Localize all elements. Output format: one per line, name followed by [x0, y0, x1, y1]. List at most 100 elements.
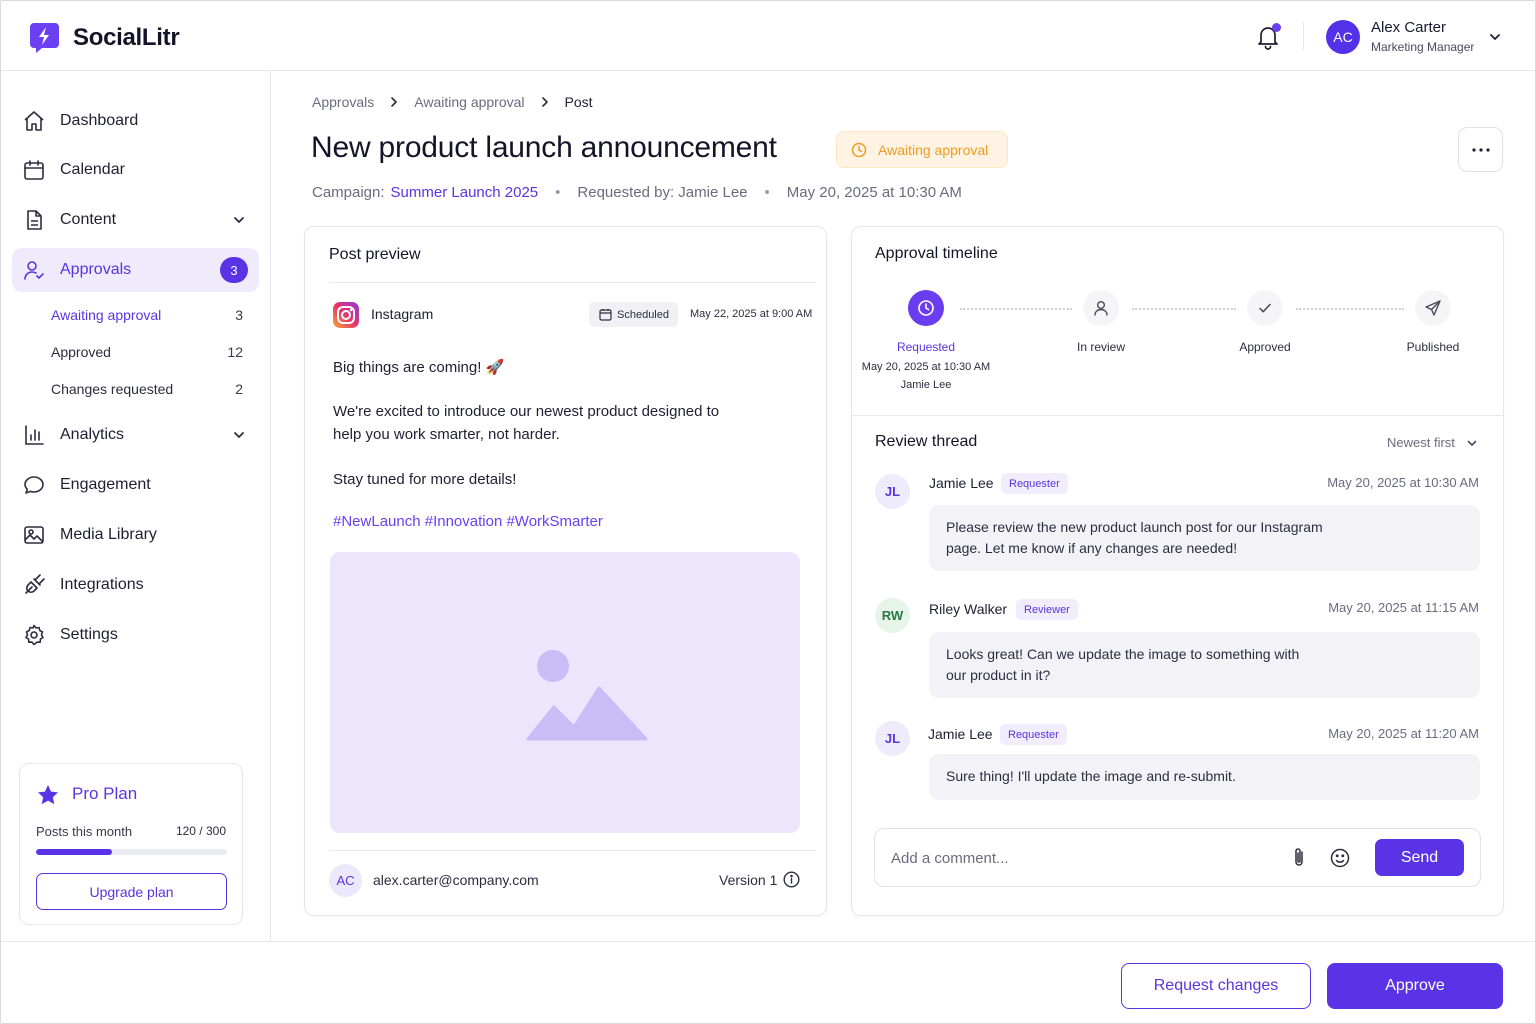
commenter-name: Jamie Lee: [928, 726, 993, 742]
timeline-step-in-review: [1083, 290, 1119, 326]
author-avatar: AC: [329, 864, 362, 897]
timeline-label: Published: [1406, 340, 1460, 354]
sidebar-item-calendar[interactable]: Calendar: [12, 148, 259, 192]
campaign-link[interactable]: Summer Launch 2025: [391, 184, 539, 201]
scheduled-label: Scheduled: [617, 308, 669, 321]
user-role: Marketing Manager: [1371, 40, 1475, 54]
sidebar-subitem-changes-requested[interactable]: Changes requested 2: [51, 377, 243, 401]
divider: [852, 415, 1503, 416]
approval-timeline-title: Approval timeline: [875, 245, 998, 262]
version-label: Version 1: [719, 872, 778, 888]
timeline-label: In review: [1076, 340, 1126, 354]
role-badge: Requester: [1000, 724, 1067, 745]
comment-bubble: Sure thing! I'll update the image and re…: [929, 754, 1480, 800]
sidebar-item-label: Engagement: [60, 476, 151, 493]
sidebar-subitem-awaiting-approval[interactable]: Awaiting approval 3: [51, 303, 243, 327]
instagram-icon: [333, 302, 359, 328]
approvals-count-badge: 3: [220, 257, 248, 283]
comment-text: Sure thing! I'll update the image and re…: [946, 768, 1236, 784]
header-divider: [1303, 22, 1304, 50]
sidebar-item-label: Dashboard: [60, 112, 139, 129]
role-badge: Reviewer: [1016, 599, 1078, 620]
commenter-name: Jamie Lee: [929, 475, 994, 491]
chevron-down-icon: [234, 432, 244, 438]
comment-text: Looks great! Can we update the image to …: [946, 646, 1300, 662]
send-button[interactable]: Send: [1375, 839, 1464, 876]
calendar-icon: [599, 309, 612, 321]
top-bar: SocialLitr AC Alex Carter Marketing Mana…: [0, 0, 1536, 71]
chevron-right-icon: [541, 97, 548, 107]
timeline-connector: [1296, 308, 1404, 310]
request-changes-button[interactable]: Request changes: [1121, 963, 1311, 1009]
plan-progress-bar: [36, 849, 227, 855]
comment-text: Please review the new product launch pos…: [946, 519, 1323, 535]
post-preview-card: Post preview Instagram Scheduled May 22,…: [304, 226, 827, 916]
app-name: SocialLitr: [73, 23, 180, 51]
approve-button[interactable]: Approve: [1327, 963, 1503, 1009]
divider: [329, 282, 816, 283]
check-icon: [1259, 303, 1271, 313]
scheduled-badge: Scheduled: [589, 302, 678, 327]
user-name: Alex Carter: [1371, 19, 1447, 36]
image-placeholder-icon: [526, 650, 648, 741]
sidebar-item-content[interactable]: Content: [12, 198, 259, 242]
lightning-logo-icon: [30, 23, 59, 53]
role-badge: Requester: [1001, 473, 1068, 494]
platform-label: Instagram: [371, 306, 434, 322]
chat-bubble-icon: [24, 476, 44, 494]
clock-icon: [918, 300, 934, 316]
sidebar-item-engagement[interactable]: Engagement: [12, 463, 259, 507]
sidebar-item-media-library[interactable]: Media Library: [12, 513, 259, 557]
meta-separator: •: [555, 184, 561, 201]
sidebar-item-dashboard[interactable]: Dashboard: [12, 99, 259, 143]
sidebar-item-integrations[interactable]: Integrations: [12, 563, 259, 607]
commenter-avatar: RW: [875, 598, 910, 633]
sidebar-subitem-approved[interactable]: Approved 12: [51, 340, 243, 364]
chevron-down-icon[interactable]: [1488, 30, 1502, 44]
sidebar: Dashboard Calendar Content Approvals 3 A…: [0, 71, 271, 941]
plug-icon: [25, 574, 45, 594]
calendar-icon: [24, 160, 44, 180]
status-badge: Awaiting approval: [836, 131, 1008, 168]
sidebar-item-approvals[interactable]: Approvals 3: [12, 248, 259, 292]
comment-text: page. Let me know if any changes are nee…: [946, 540, 1238, 556]
post-image-placeholder[interactable]: [330, 552, 800, 833]
user-icon: [1094, 301, 1108, 316]
comment-input[interactable]: [891, 847, 1271, 869]
page-title: New product launch announcement: [311, 131, 777, 164]
timeline-step-requested: [908, 290, 944, 326]
breadcrumb-approvals[interactable]: Approvals: [312, 94, 374, 110]
comment-composer: Send: [874, 828, 1481, 887]
sidebar-item-label: Content: [60, 211, 117, 228]
timeline-connector: [1132, 308, 1236, 310]
post-hashtags: #NewLaunch #Innovation #WorkSmarter: [333, 513, 603, 530]
paperclip-icon[interactable]: [1289, 847, 1309, 869]
subitem-label: Approved: [51, 344, 111, 360]
sidebar-item-settings[interactable]: Settings: [12, 613, 259, 657]
star-icon: [38, 785, 58, 805]
post-text-line: We're excited to introduce our newest pr…: [333, 403, 720, 420]
subitem-count: 12: [227, 344, 243, 360]
breadcrumb: Approvals Awaiting approval Post: [312, 94, 593, 110]
emoji-icon[interactable]: [1329, 847, 1351, 869]
breadcrumb-awaiting-approval[interactable]: Awaiting approval: [414, 94, 524, 110]
plan-posts-label: Posts this month: [36, 824, 133, 839]
meta-separator: •: [764, 184, 770, 201]
review-thread-title: Review thread: [875, 433, 978, 450]
document-icon: [27, 210, 42, 230]
more-horizontal-icon: [1471, 147, 1490, 152]
sort-dropdown[interactable]: Newest first: [1387, 435, 1455, 450]
timeline-connector: [960, 308, 1072, 310]
upgrade-plan-button[interactable]: Upgrade plan: [36, 873, 227, 910]
chevron-down-icon[interactable]: [1466, 437, 1478, 449]
more-options-button[interactable]: [1458, 127, 1503, 172]
chevron-right-icon: [391, 97, 398, 107]
comment-time: May 20, 2025 at 11:15 AM: [1328, 600, 1479, 615]
app-logo[interactable]: SocialLitr: [28, 21, 180, 54]
commenter-avatar: JL: [875, 474, 910, 509]
timeline-label: Approved: [1239, 340, 1291, 354]
info-icon[interactable]: [783, 871, 800, 888]
comment-time: May 20, 2025 at 11:20 AM: [1328, 726, 1479, 741]
sidebar-item-analytics[interactable]: Analytics: [12, 413, 259, 457]
user-avatar[interactable]: AC: [1326, 20, 1360, 54]
